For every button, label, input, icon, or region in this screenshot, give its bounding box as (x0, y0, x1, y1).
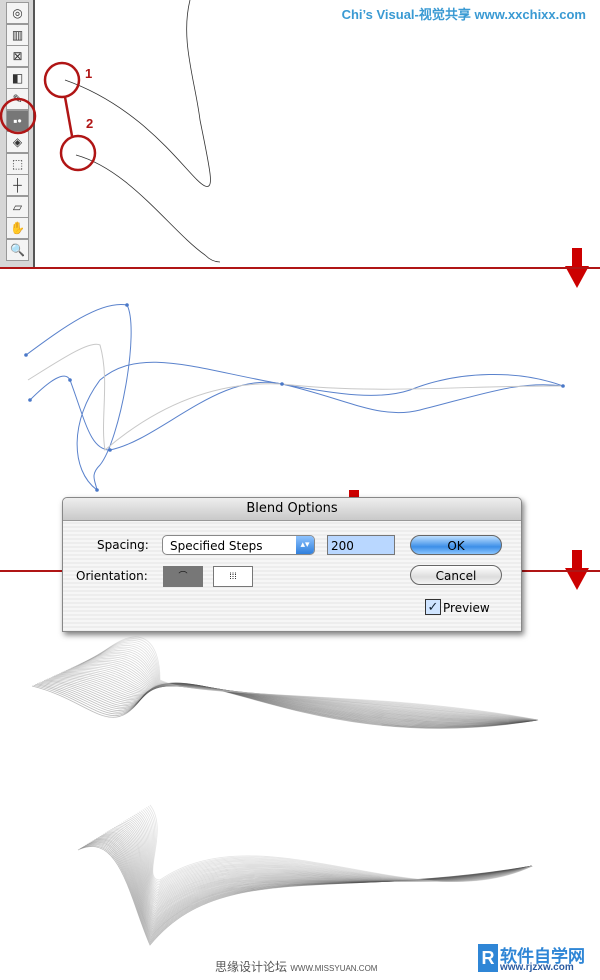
anchor-point (95, 488, 99, 492)
spacing-select[interactable]: Specified Steps ▴▾ (162, 535, 315, 555)
section-divider-1 (0, 267, 600, 269)
footer-forum: 思缘设计论坛 WWW.MISSYUAN.COM (215, 960, 378, 974)
spacing-label: Spacing: (97, 538, 149, 552)
footer-brand-url: www.rjzxw.com (500, 962, 574, 973)
annotation-circle-1 (43, 61, 81, 99)
annotation-label-1: 1 (85, 66, 92, 81)
spacing-value: Specified Steps (170, 539, 263, 553)
ok-button[interactable]: OK (410, 535, 502, 555)
anchor-point (561, 384, 565, 388)
annotation-label-2: 2 (86, 116, 93, 131)
blend-step (128, 818, 533, 900)
blend-path-1 (25, 303, 132, 491)
steps-input[interactable]: 200 (327, 535, 395, 555)
blend-step (122, 821, 533, 905)
anchor-point (24, 353, 28, 357)
anchor-point (280, 382, 284, 386)
blend-path-3 (76, 361, 564, 491)
anchor-point (28, 398, 32, 402)
align-path-icon: ⁞⁞⁞ (229, 571, 237, 581)
preview-checkbox[interactable]: ✓ (425, 599, 441, 615)
annotation-circle-2 (59, 134, 97, 172)
align-page-icon: ⌒ (178, 571, 188, 581)
orientation-label: Orientation: (76, 569, 148, 583)
dialog-title: Blend Options (63, 498, 521, 521)
brand-logo-icon: R (478, 944, 498, 972)
annotation-circle-tool (0, 97, 37, 135)
path-bottom-curve (75, 154, 221, 263)
anchor-point (125, 303, 129, 307)
select-arrows-icon: ▴▾ (296, 536, 314, 554)
annotation-connector (63, 96, 74, 137)
align-to-page-button[interactable]: ⌒ (163, 566, 203, 587)
artwork-canvas: 1 2 (0, 0, 589, 946)
align-to-path-button[interactable]: ⁞⁞⁞ (213, 566, 253, 587)
cancel-button[interactable]: Cancel (410, 565, 502, 585)
preview-label: Preview (443, 601, 490, 615)
blend-options-dialog: Blend Options Spacing: Specified Steps ▴▾… (62, 497, 522, 632)
anchor-point (68, 378, 72, 382)
anchor-point (108, 448, 112, 452)
